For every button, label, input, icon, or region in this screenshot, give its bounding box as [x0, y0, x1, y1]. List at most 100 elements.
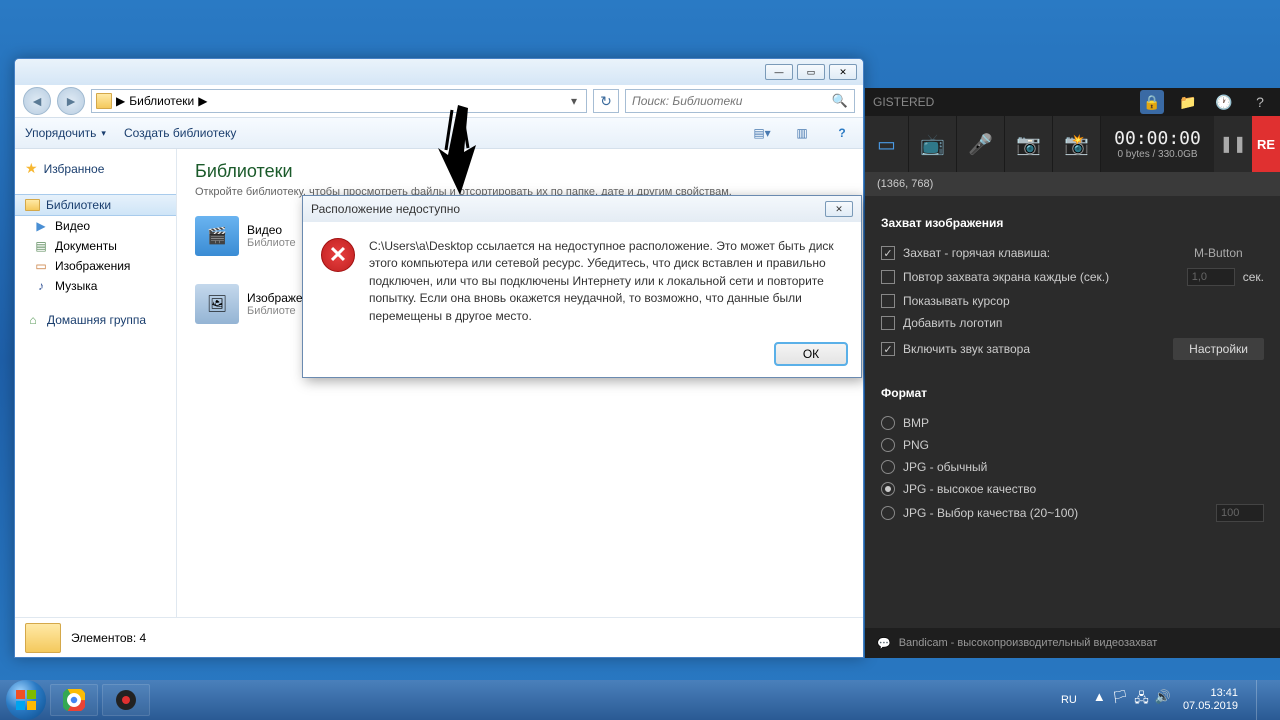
folder-icon	[96, 93, 112, 109]
cursor-checkbox[interactable]	[881, 294, 895, 308]
organize-menu[interactable]: Упорядочить	[25, 126, 106, 140]
taskbar-clock[interactable]: 13:41 07.05.2019	[1183, 687, 1238, 713]
dialog-close-button[interactable]: ✕	[825, 201, 853, 217]
tray-up-icon[interactable]: ▲	[1093, 689, 1106, 711]
homegroup-icon: ⌂	[25, 313, 41, 327]
bandicam-titlebar[interactable]: GISTERED 🔒 📁 🕐 ?	[865, 88, 1280, 116]
refresh-button[interactable]: ↻	[593, 89, 619, 113]
images-icon: ▭	[33, 259, 49, 273]
tray-network-icon[interactable]: 🖧	[1134, 689, 1149, 711]
address-dropdown[interactable]: ▾	[566, 94, 582, 108]
preview-pane-button[interactable]: ▥	[791, 122, 813, 144]
lock-icon[interactable]: 🔒	[1140, 90, 1164, 114]
hotkey-label: Захват - горячая клавиша:	[903, 246, 1186, 260]
settings-button[interactable]: Настройки	[1173, 338, 1264, 360]
nav-video[interactable]: ▶Видео	[15, 216, 176, 236]
error-icon: ✕	[321, 238, 355, 272]
images-thumb-icon: 🖼	[195, 284, 239, 324]
start-button[interactable]	[6, 680, 46, 720]
error-dialog: Расположение недоступно ✕ ✕ C:\Users\a\D…	[302, 195, 862, 378]
search-input[interactable]	[632, 94, 832, 108]
record-button[interactable]: RE	[1252, 116, 1280, 172]
hotkey-checkbox[interactable]	[881, 246, 895, 260]
repeat-input[interactable]	[1187, 268, 1235, 286]
address-row: ◄ ► ▶ Библиотеки ▶ ▾ ↻ 🔍	[15, 85, 863, 117]
show-desktop-button[interactable]	[1256, 680, 1266, 720]
explorer-titlebar[interactable]: — ▭ ✕	[15, 59, 863, 85]
video-icon: ▶	[33, 219, 49, 233]
webcam-mode-button[interactable]: 📷	[1005, 116, 1053, 172]
pause-button[interactable]: ❚❚	[1214, 116, 1252, 172]
camera-mode-button[interactable]: 📸	[1053, 116, 1101, 172]
help-icon[interactable]: ?	[1248, 90, 1272, 114]
format-bmp-radio[interactable]	[881, 416, 895, 430]
explorer-toolbar: Упорядочить Создать библиотеку ▤▾ ▥ ?	[15, 117, 863, 149]
screen-mode-button[interactable]: ▭	[865, 116, 909, 172]
repeat-label: Повтор захвата экрана каждые (сек.)	[903, 270, 1179, 284]
format-section-title: Формат	[881, 386, 1264, 400]
logo-label: Добавить логотип	[903, 316, 1264, 330]
jpg-quality-input[interactable]	[1216, 504, 1264, 522]
resolution-bar[interactable]: (1366, 768)	[865, 172, 1280, 196]
ok-button[interactable]: ОК	[775, 343, 847, 365]
forward-button[interactable]: ►	[57, 87, 85, 115]
taskbar-chrome[interactable]	[50, 684, 98, 716]
logo-checkbox[interactable]	[881, 316, 895, 330]
format-png-label: PNG	[903, 438, 929, 452]
repeat-checkbox[interactable]	[881, 270, 895, 284]
taskbar: RU ▲ 🏳 🖧 🔊 13:41 07.05.2019	[0, 680, 1280, 720]
clock-time: 13:41	[1183, 687, 1238, 700]
nav-homegroup[interactable]: ⌂Домашняя группа	[15, 310, 176, 330]
cursor-label: Показывать курсор	[903, 294, 1264, 308]
clock-icon[interactable]: 🕐	[1212, 90, 1236, 114]
format-jpg-high-label: JPG - высокое качество	[903, 482, 1036, 496]
format-jpg-normal-radio[interactable]	[881, 460, 895, 474]
help-button[interactable]: ?	[831, 122, 853, 144]
format-bmp-label: BMP	[903, 416, 929, 430]
format-jpg-custom-radio[interactable]	[881, 506, 895, 520]
page-title: Библиотеки	[195, 161, 845, 182]
maximize-button[interactable]: ▭	[797, 64, 825, 80]
new-library-button[interactable]: Создать библиотеку	[124, 126, 236, 140]
nav-images[interactable]: ▭Изображения	[15, 256, 176, 276]
bandicam-toolbar: ▭ 📺 🎤 📷 📸 00:00:00 0 bytes / 330.0GB ❚❚ …	[865, 116, 1280, 172]
tray-flag-icon[interactable]: 🏳	[1112, 689, 1129, 711]
taskbar-bandicam[interactable]	[102, 684, 150, 716]
minimize-button[interactable]: —	[765, 64, 793, 80]
library-item-video[interactable]: 🎬 ВидеоБиблиоте	[195, 216, 296, 256]
bandicam-footer: 💬 Bandicam - высокопроизводительный виде…	[865, 628, 1280, 658]
windows-logo-icon	[14, 688, 38, 712]
language-indicator[interactable]: RU	[1057, 692, 1081, 708]
address-bar[interactable]: ▶ Библиотеки ▶ ▾	[91, 89, 587, 113]
status-folder-icon	[25, 623, 61, 653]
mic-mode-button[interactable]: 🎤	[957, 116, 1005, 172]
dialog-titlebar[interactable]: Расположение недоступно ✕	[303, 196, 861, 222]
breadcrumb[interactable]: Библиотеки	[129, 94, 194, 108]
nav-favorites[interactable]: ★Избранное	[15, 157, 176, 180]
shutter-label: Включить звук затвора	[903, 342, 1165, 356]
shutter-checkbox[interactable]	[881, 342, 895, 356]
tray-volume-icon[interactable]: 🔊	[1155, 689, 1171, 711]
search-box[interactable]: 🔍	[625, 89, 855, 113]
star-icon: ★	[25, 160, 38, 177]
tray-icons[interactable]: ▲ 🏳 🖧 🔊	[1093, 689, 1171, 711]
nav-libraries[interactable]: Библиотеки	[15, 194, 176, 216]
hdmi-mode-button[interactable]: 📺	[909, 116, 957, 172]
close-button[interactable]: ✕	[829, 64, 857, 80]
nav-music[interactable]: ♪Музыка	[15, 276, 176, 296]
format-png-radio[interactable]	[881, 438, 895, 452]
nav-documents[interactable]: ▤Документы	[15, 236, 176, 256]
hotkey-value[interactable]: M-Button	[1194, 246, 1264, 260]
document-icon: ▤	[33, 239, 49, 253]
dialog-title: Расположение недоступно	[311, 202, 460, 216]
back-button[interactable]: ◄	[23, 87, 51, 115]
chat-icon: 💬	[877, 637, 891, 650]
status-text: Элементов: 4	[71, 631, 146, 645]
view-options-button[interactable]: ▤▾	[751, 122, 773, 144]
timer-display: 00:00:00 0 bytes / 330.0GB	[1101, 116, 1214, 172]
folder-open-icon[interactable]: 📁	[1176, 90, 1200, 114]
libraries-icon	[25, 199, 40, 211]
format-jpg-high-radio[interactable]	[881, 482, 895, 496]
format-jpg-custom-label: JPG - Выбор качества (20~100)	[903, 506, 1078, 520]
breadcrumb-sep: ▶	[116, 94, 125, 108]
